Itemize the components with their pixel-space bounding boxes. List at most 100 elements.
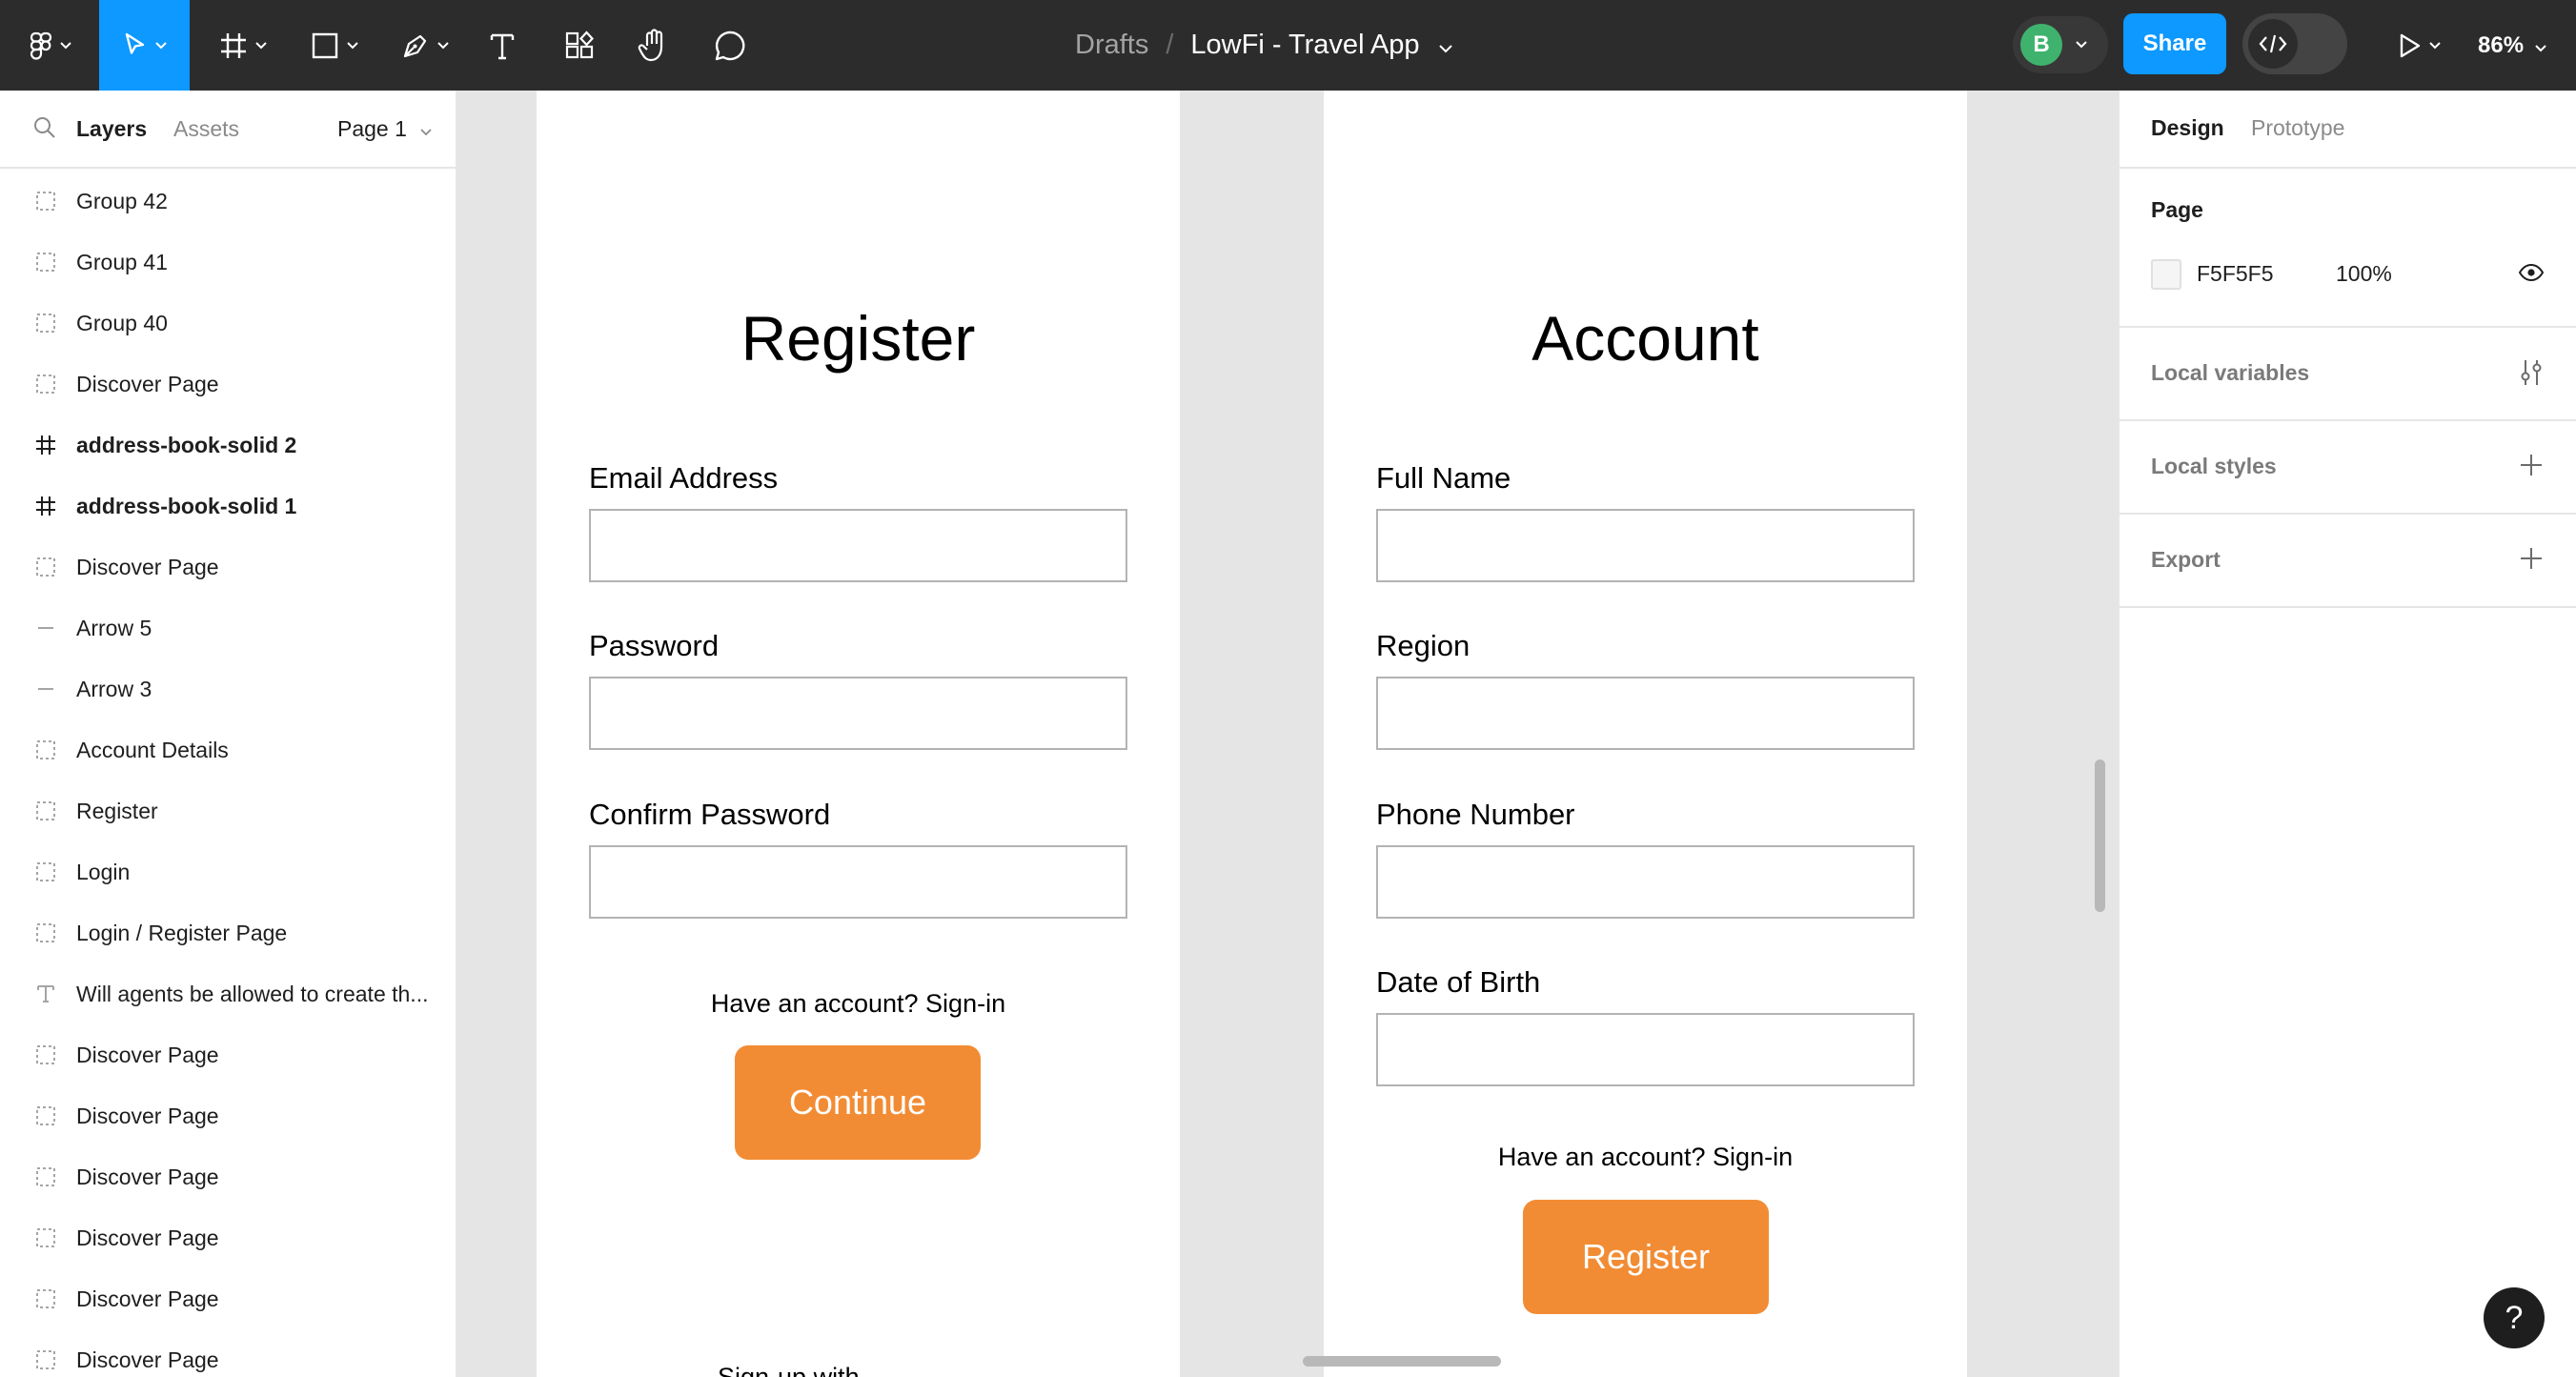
pen-tool-button[interactable] — [394, 0, 456, 91]
local-variables-section[interactable]: Local variables — [2120, 328, 2576, 421]
register-frame[interactable]: Register Email Address Password Confirm … — [537, 91, 1180, 1377]
properties-panel: Design Prototype Page F5F5F5 100% Local … — [2118, 91, 2576, 1377]
zoom-level: 86% — [2478, 31, 2525, 58]
layer-item[interactable]: Will agents be allowed to create th... — [0, 963, 456, 1024]
layer-item[interactable]: Discover Page — [0, 1146, 456, 1207]
layer-name: Login / Register Page — [76, 920, 288, 945]
layer-item[interactable]: Discover Page — [0, 1085, 456, 1146]
local-styles-section[interactable]: Local styles — [2120, 421, 2576, 515]
multiplayer-avatar-button[interactable]: B — [2013, 16, 2108, 73]
chevron-down-icon[interactable] — [1438, 30, 1452, 61]
password-label: Password — [589, 629, 720, 662]
layer-item[interactable]: Account Details — [0, 719, 456, 780]
register-button[interactable]: Register — [1523, 1200, 1769, 1314]
export-section[interactable]: Export — [2120, 515, 2576, 608]
password-field[interactable] — [589, 677, 1127, 750]
sign-in-link[interactable]: Have an account? Sign-in — [537, 989, 1180, 1019]
layer-item[interactable]: Group 40 — [0, 293, 456, 354]
phone-number-field[interactable] — [1376, 845, 1915, 919]
shape-tool-button[interactable] — [303, 0, 366, 91]
line-icon — [34, 617, 57, 639]
layer-name: Discover Page — [76, 1347, 219, 1372]
eye-icon[interactable] — [2518, 263, 2545, 287]
chevron-down-icon — [255, 41, 267, 50]
search-icon[interactable] — [32, 115, 57, 146]
region-field[interactable] — [1376, 677, 1915, 750]
layer-item[interactable]: Group 42 — [0, 171, 456, 232]
line-icon — [34, 678, 57, 700]
layer-item[interactable]: Login / Register Page — [0, 902, 456, 963]
tab-layers[interactable]: Layers — [76, 116, 147, 142]
play-icon — [2399, 32, 2422, 59]
horizontal-scrollbar[interactable] — [1303, 1356, 1501, 1367]
move-tool-button[interactable] — [99, 0, 190, 91]
sliders-icon[interactable] — [2518, 358, 2545, 392]
code-icon — [2248, 19, 2298, 69]
vertical-scrollbar[interactable] — [2095, 759, 2105, 912]
breadcrumb: Drafts / LowFi - Travel App — [1075, 0, 1452, 91]
layer-name: Discover Page — [76, 554, 219, 579]
layer-item[interactable]: Arrow 5 — [0, 597, 456, 658]
layer-name: Account Details — [76, 737, 229, 762]
layer-item[interactable]: Discover Page — [0, 1024, 456, 1085]
sign-in-link[interactable]: Have an account? Sign-in — [1324, 1143, 1967, 1172]
full-name-field[interactable] — [1376, 509, 1915, 582]
comment-icon — [714, 30, 746, 62]
layer-name: address-book-solid 2 — [76, 432, 297, 457]
breadcrumb-separator: / — [1166, 30, 1174, 60]
layer-item[interactable]: Discover Page — [0, 537, 456, 597]
properties-panel-header: Design Prototype — [2120, 91, 2576, 169]
breadcrumb-drafts[interactable]: Drafts — [1075, 30, 1148, 61]
layer-item[interactable]: Discover Page — [0, 1207, 456, 1268]
chevron-down-icon — [60, 41, 71, 50]
tab-prototype[interactable]: Prototype — [2251, 115, 2344, 141]
help-button[interactable]: ? — [2484, 1287, 2545, 1348]
group-icon — [34, 921, 57, 944]
main-menu-button[interactable] — [21, 0, 80, 91]
layer-item[interactable]: Arrow 3 — [0, 658, 456, 719]
dev-mode-toggle[interactable] — [2242, 13, 2347, 74]
layer-item[interactable]: Discover Page — [0, 1329, 456, 1377]
canvas[interactable]: Register Email Address Password Confirm … — [457, 91, 2118, 1377]
page-color-swatch[interactable] — [2151, 259, 2181, 290]
zoom-menu[interactable]: 86% — [2478, 0, 2546, 91]
group-icon — [34, 1104, 57, 1127]
hand-tool-button[interactable] — [633, 0, 675, 91]
group-icon — [34, 739, 57, 761]
date-of-birth-field[interactable] — [1376, 1013, 1915, 1086]
page-color-hex[interactable]: F5F5F5 — [2197, 261, 2274, 287]
group-icon — [34, 190, 57, 213]
resources-tool-button[interactable] — [558, 0, 600, 91]
account-title: Account — [1531, 303, 1759, 374]
layer-name: Discover Page — [76, 1042, 219, 1067]
layer-item[interactable]: Group 41 — [0, 232, 456, 293]
group-icon — [34, 373, 57, 395]
text-tool-button[interactable] — [481, 0, 523, 91]
share-button[interactable]: Share — [2123, 13, 2226, 74]
text-icon — [489, 31, 516, 60]
page-selector[interactable]: Page 1 — [337, 116, 432, 142]
continue-button[interactable]: Continue — [735, 1045, 981, 1160]
page-color-opacity[interactable]: 100% — [2336, 261, 2392, 287]
tab-assets[interactable]: Assets — [173, 116, 239, 142]
comment-tool-button[interactable] — [709, 0, 751, 91]
layer-item[interactable]: Discover Page — [0, 354, 456, 415]
phone-number-label: Phone Number — [1376, 798, 1575, 831]
plus-icon[interactable] — [2518, 545, 2545, 577]
layer-item[interactable]: Discover Page — [0, 1268, 456, 1329]
plus-icon[interactable] — [2518, 452, 2545, 483]
confirm-password-field[interactable] — [589, 845, 1127, 919]
layer-name: Group 40 — [76, 310, 168, 335]
tab-design[interactable]: Design — [2151, 115, 2224, 141]
file-name[interactable]: LowFi - Travel App — [1190, 30, 1419, 61]
layer-item[interactable]: Login — [0, 841, 456, 902]
email-field[interactable] — [589, 509, 1127, 582]
frame-tool-button[interactable] — [212, 0, 274, 91]
layer-item[interactable]: address-book-solid 1 — [0, 476, 456, 537]
layer-name: Discover Page — [76, 1225, 219, 1250]
layer-item[interactable]: address-book-solid 2 — [0, 415, 456, 476]
account-frame[interactable]: Account Full Name Region Phone Number Da… — [1324, 91, 1967, 1377]
present-button[interactable] — [2386, 0, 2453, 91]
layer-item[interactable]: Register — [0, 780, 456, 841]
chevron-down-icon — [437, 41, 449, 50]
